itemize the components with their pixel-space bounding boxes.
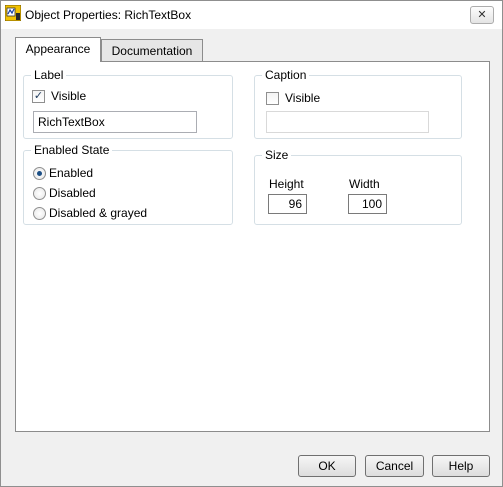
window-title: Object Properties: RichTextBox <box>25 8 192 22</box>
disabled-grayed-radio[interactable] <box>33 207 46 220</box>
disabled-radio-label: Disabled <box>49 186 96 200</box>
tab-label: Documentation <box>111 44 193 58</box>
label-visible-label: Visible <box>51 89 87 103</box>
caption-visible-checkbox[interactable] <box>266 92 279 105</box>
label-text-field[interactable]: RichTextBox <box>33 111 197 133</box>
label-group-title: Label <box>31 68 67 82</box>
cancel-button[interactable]: Cancel <box>365 455 424 477</box>
disabled-grayed-radio-label: Disabled & grayed <box>49 206 148 220</box>
checkmark-icon: ✓ <box>33 90 44 102</box>
appearance-tab-panel: Label ✓ Visible RichTextBox Caption Visi… <box>15 61 490 432</box>
labview-app-icon <box>5 5 21 21</box>
help-button[interactable]: Help <box>432 455 490 477</box>
title-bar[interactable]: Object Properties: RichTextBox ✕ <box>1 1 502 29</box>
caption-text-field[interactable] <box>266 111 429 133</box>
enabled-state-title: Enabled State <box>31 143 113 157</box>
caption-group-title: Caption <box>262 68 310 82</box>
tab-documentation[interactable]: Documentation <box>101 39 203 61</box>
height-label: Height <box>269 177 304 191</box>
ok-button[interactable]: OK <box>298 455 356 477</box>
label-visible-checkbox[interactable]: ✓ <box>32 90 45 103</box>
tab-appearance[interactable]: Appearance <box>15 37 101 62</box>
enabled-state-group: Enabled State Enabled Disabled Disabled … <box>23 143 233 225</box>
properties-dialog: Object Properties: RichTextBox ✕ Appeara… <box>0 0 503 487</box>
size-group-title: Size <box>262 148 292 162</box>
caption-visible-label: Visible <box>285 91 321 105</box>
disabled-radio[interactable] <box>33 187 46 200</box>
enabled-radio[interactable] <box>33 167 46 180</box>
enabled-radio-label: Enabled <box>49 166 94 180</box>
height-field[interactable]: 96 <box>268 194 307 214</box>
width-label: Width <box>349 177 380 191</box>
tab-label: Appearance <box>25 42 91 56</box>
width-field[interactable]: 100 <box>348 194 387 214</box>
close-icon: ✕ <box>477 9 487 21</box>
caption-group: Caption Visible <box>254 68 462 139</box>
size-group: Size Height 96 Width 100 <box>254 148 462 225</box>
close-button[interactable]: ✕ <box>470 6 494 24</box>
label-group: Label ✓ Visible RichTextBox <box>23 68 233 139</box>
